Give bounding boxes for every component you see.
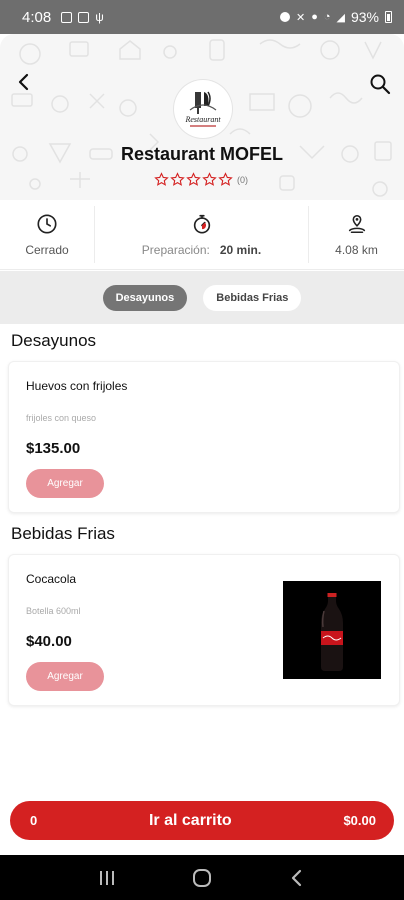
prep-label: Preparación:	[141, 242, 210, 257]
logo-text: Restaurant	[184, 115, 221, 124]
search-button[interactable]	[368, 72, 392, 96]
star-icon	[186, 172, 201, 186]
go-to-cart-button[interactable]: 0 Ir al carrito $0.00	[10, 801, 394, 840]
product-name: Cocacola	[26, 572, 77, 586]
product-price: $135.00	[26, 440, 81, 457]
usb-icon: ψ	[95, 10, 104, 24]
stopwatch-icon	[193, 214, 210, 234]
prep-time-cell: Preparación: 20 min.	[95, 200, 308, 269]
distance: 4.08 km	[335, 242, 378, 257]
cart-count: 0	[30, 813, 38, 828]
info-row: Cerrado Preparación: 20 min. 4.08 km	[0, 200, 404, 270]
status-cell: Cerrado	[0, 200, 94, 269]
star-icon	[202, 172, 217, 186]
product-name: Huevos con frijoles	[26, 379, 128, 393]
tab-bebidas-frias[interactable]: Bebidas Frias	[203, 284, 302, 311]
distance-cell: 4.08 km	[309, 200, 404, 269]
status-notification-icons: ψ	[61, 10, 104, 24]
product-card[interactable]: Huevos con frijoles frijoles con queso $…	[8, 361, 400, 513]
product-card[interactable]: Cocacola Botella 600ml $40.00 Agregar	[8, 554, 400, 706]
section-title-bebidas-frias: Bebidas Frias	[11, 524, 115, 543]
battery-icon	[385, 11, 392, 23]
cart-label: Ir al carrito	[148, 811, 232, 829]
coke-bottle-image	[321, 593, 343, 671]
recent-apps-icon	[100, 870, 115, 885]
star-icon	[154, 172, 169, 186]
location-status-icon: ●	[311, 11, 318, 23]
back-arrow-icon	[291, 869, 301, 886]
product-description: frijoles con queso	[26, 413, 97, 423]
rating: (0)	[154, 172, 248, 187]
notification-icon	[61, 11, 73, 23]
rating-count: (0)	[237, 174, 248, 185]
back-icon	[18, 73, 29, 91]
category-tabs: Desayunos Bebidas Frias	[0, 271, 404, 324]
product-description: Botella 600ml	[26, 606, 81, 616]
search-icon	[370, 74, 391, 95]
system-navigation-bar	[0, 855, 404, 900]
recent-apps-button[interactable]	[92, 863, 122, 893]
home-icon	[192, 868, 211, 887]
prep-time: Preparación: 20 min.	[142, 243, 261, 257]
image-icon	[78, 11, 90, 23]
status-bar: 4:08 ψ ✕ ● ◔ ◢ 93%	[0, 0, 404, 34]
alarm-icon	[279, 12, 290, 22]
add-button[interactable]: Agregar	[26, 662, 104, 691]
section-title-desayunos: Desayunos	[11, 331, 97, 350]
product-price: $40.00	[26, 633, 72, 650]
restaurant-logo: Restaurant	[174, 80, 232, 138]
open-status: Cerrado	[25, 242, 69, 257]
status-time: 4:08	[22, 8, 52, 26]
product-image[interactable]	[283, 581, 381, 679]
system-back-button[interactable]	[282, 863, 312, 893]
mute-icon: ✕	[295, 11, 306, 24]
star-icon	[218, 172, 233, 186]
restaurant-logo-image: Restaurant	[184, 91, 221, 127]
status-system-icons: ✕ ● ◔ ◢ 93%	[279, 9, 392, 25]
add-button[interactable]: Agregar	[26, 469, 104, 498]
back-button[interactable]	[12, 70, 36, 94]
prep-value: 20 min.	[219, 242, 262, 257]
battery-percent: 93%	[350, 9, 379, 25]
wifi-icon: ◔	[323, 11, 331, 23]
location-icon	[348, 214, 365, 233]
signal-icon: ◢	[336, 11, 345, 24]
cart-total: $0.00	[343, 813, 376, 828]
clock-icon	[37, 213, 57, 234]
restaurant-header: Restaurant Restaurant MOFEL (0)	[0, 34, 404, 200]
restaurant-name: Restaurant MOFEL	[120, 144, 284, 164]
tab-desayunos[interactable]: Desayunos	[102, 284, 188, 311]
home-button[interactable]	[187, 863, 217, 893]
star-icon	[170, 172, 185, 186]
